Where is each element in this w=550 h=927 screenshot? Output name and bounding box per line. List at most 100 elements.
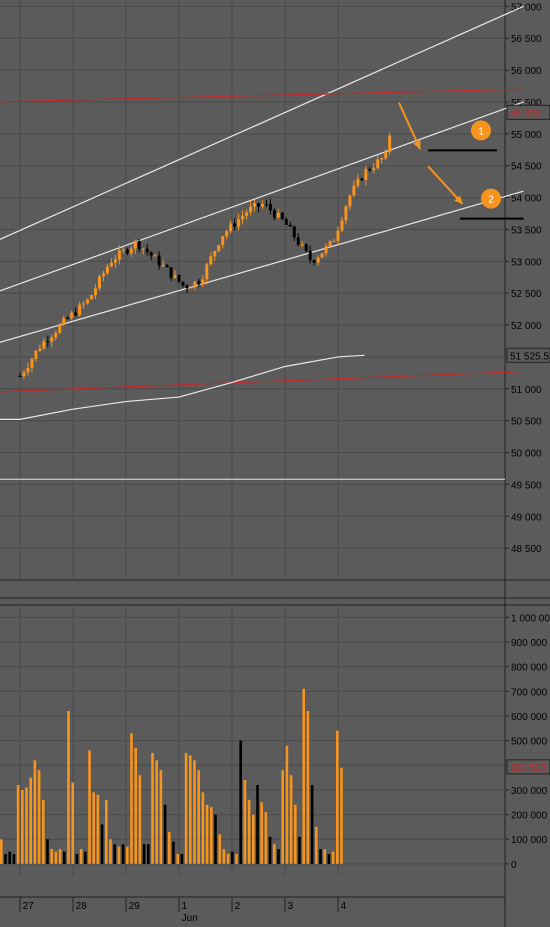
price-tick-label: 53 000	[511, 257, 542, 268]
volume-bar	[92, 792, 95, 864]
volume-bar	[33, 760, 37, 864]
candle-body	[153, 255, 157, 257]
volume-bar	[281, 770, 284, 864]
candle-body	[340, 220, 344, 231]
candle-body	[308, 250, 312, 261]
candle-body	[157, 255, 161, 266]
candle-body	[34, 350, 38, 359]
volume-tick-label: 900 000	[511, 638, 548, 649]
volume-bar	[163, 804, 167, 864]
candle-body	[296, 237, 300, 245]
volume-bar	[205, 804, 209, 864]
volume-bar	[105, 799, 108, 864]
volume-tick-label: 600 000	[511, 712, 548, 723]
volume-bar	[25, 787, 28, 864]
candle-body	[249, 206, 253, 213]
volume-bar	[67, 711, 70, 864]
candle-body	[193, 281, 197, 288]
day-label: 2	[235, 901, 241, 912]
volume-bar	[294, 804, 297, 864]
volume-bar	[184, 752, 188, 864]
price-tick-label: 49 000	[511, 512, 542, 523]
candle-body	[312, 260, 316, 263]
volume-tick-label: 500 000	[511, 737, 548, 748]
volume-bar	[16, 785, 20, 864]
volume-bar	[109, 839, 112, 864]
candle-body	[94, 288, 98, 296]
volume-tick-label: 1 000 000	[511, 613, 550, 624]
price-tick-label: 57 000	[511, 2, 542, 13]
candle-body	[217, 245, 221, 252]
volume-bar	[189, 755, 192, 864]
day-label: 1	[182, 901, 188, 912]
candle-body	[380, 158, 384, 160]
price-tick-label: 55 000	[511, 130, 542, 141]
last-volume-label: 393 593	[510, 763, 547, 774]
volume-bar	[331, 851, 335, 864]
volume-bar	[210, 807, 213, 864]
candle-body	[78, 304, 82, 316]
candle-body	[241, 215, 245, 220]
marker-1-label: 1	[478, 126, 484, 137]
candle-body	[356, 178, 360, 186]
volume-bar	[29, 777, 32, 864]
candle-body	[62, 318, 66, 325]
candle-body	[316, 257, 320, 263]
ma-value-label: 51 525.5	[510, 351, 549, 362]
candle-body	[280, 212, 284, 220]
candle-body	[209, 256, 213, 265]
candle-body	[141, 248, 145, 250]
volume-bar	[285, 745, 289, 864]
price-tick-label: 56 000	[511, 66, 542, 77]
candle-body	[332, 240, 336, 242]
volume-bar	[268, 836, 272, 864]
candle-body	[233, 223, 237, 227]
volume-bar	[8, 851, 11, 864]
price-tick-label: 53 500	[511, 225, 542, 236]
candle-body	[253, 203, 257, 207]
candle-body	[344, 206, 348, 221]
volume-tick-label: 700 000	[511, 687, 548, 698]
candle-body	[101, 273, 105, 277]
candle-body	[133, 241, 137, 249]
volume-bar	[239, 740, 242, 864]
volume-bar	[235, 854, 238, 864]
volume-bar	[0, 839, 3, 864]
volume-bar	[252, 814, 255, 864]
price-panel	[0, 0, 505, 580]
price-tick-label: 50 000	[511, 449, 542, 460]
volume-tick-label: 0	[511, 860, 517, 871]
volume-bar	[231, 851, 234, 864]
volume-bar	[319, 849, 322, 864]
volume-bar	[298, 836, 301, 864]
candle-body	[352, 185, 356, 196]
candle-body	[320, 253, 324, 258]
volume-bar	[264, 812, 268, 864]
volume-bar	[327, 854, 331, 864]
volume-bar	[256, 785, 259, 864]
volume-bar	[42, 799, 45, 864]
volume-bar	[58, 849, 62, 864]
stock-chart: 57 00056 50056 00055 50055 00054 50054 0…	[0, 0, 550, 927]
candle-body	[268, 204, 272, 211]
candle-body	[165, 264, 169, 268]
candle-body	[284, 219, 288, 225]
volume-bar	[71, 782, 74, 864]
volume-bar	[142, 844, 146, 864]
candle-body	[82, 303, 86, 305]
candle-body	[292, 226, 296, 238]
volume-bar	[277, 849, 280, 864]
volume-bar	[336, 730, 339, 864]
candle-body	[384, 152, 388, 159]
candle-body	[173, 274, 177, 278]
volume-bar	[63, 851, 66, 864]
volume-bar	[193, 760, 196, 864]
candle-body	[66, 318, 70, 320]
candle-body	[257, 203, 260, 207]
candle-body	[328, 241, 332, 247]
candle-body	[229, 223, 233, 232]
day-label: 4	[341, 901, 347, 912]
volume-bar	[126, 846, 129, 864]
candle-body	[201, 279, 205, 285]
candle-body	[197, 281, 201, 285]
